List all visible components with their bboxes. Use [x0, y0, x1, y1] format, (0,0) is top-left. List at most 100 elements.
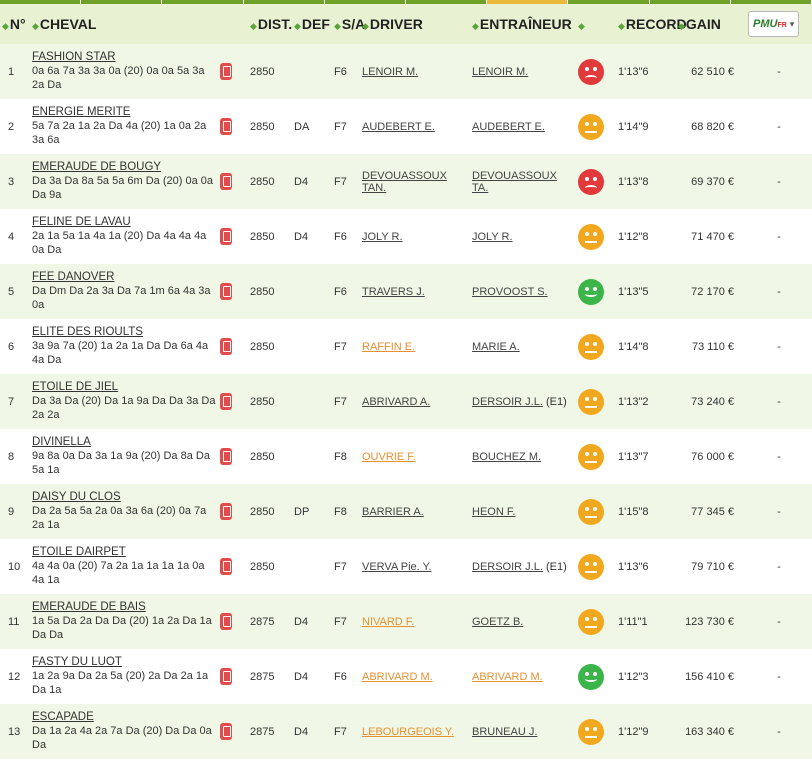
col-driver-header[interactable]: ◆DRIVER [360, 4, 470, 44]
table-row[interactable]: 6 ELITE DES RIOULTS 3a 9a 7a (20) 1a 2a 1a… [0, 319, 812, 374]
mobile-phone-icon[interactable] [220, 63, 232, 80]
table-row[interactable]: 4 FELINE DE LAVAU 2a 1a 5a 1a 4a 1a (20) D… [0, 209, 812, 264]
mobile-phone-icon[interactable] [220, 393, 232, 410]
sort-arrows-icon[interactable]: ◆ [578, 21, 585, 31]
tab-indicator-active[interactable] [487, 0, 569, 4]
sort-arrows-icon[interactable]: ◆ [294, 21, 301, 31]
mobile-phone-icon[interactable] [220, 338, 232, 355]
sort-arrows-icon[interactable]: ◆ [2, 21, 9, 31]
tab-indicator[interactable] [0, 0, 82, 4]
trainer-link[interactable]: DEVOUASSOUX TA. [472, 170, 557, 194]
col-mood-header[interactable]: ◆ [576, 4, 616, 44]
driver-link[interactable]: BARRIER A. [362, 506, 424, 518]
cell-gain: 69 370 € [691, 175, 734, 188]
tab-indicator[interactable] [649, 0, 731, 4]
trainer-link[interactable]: LENOIR M. [472, 66, 528, 78]
horse-name-link[interactable]: ESCAPADE [32, 711, 216, 724]
tab-indicator[interactable] [243, 0, 325, 4]
pmu-dropdown-button[interactable]: PMUFR ▾ [748, 11, 800, 37]
driver-link[interactable]: LEBOURGEOIS Y. [362, 726, 454, 738]
trainer-link[interactable]: BRUNEAU J. [472, 726, 537, 738]
col-num-header[interactable]: ◆N° [0, 4, 30, 44]
table-row[interactable]: 2 ENERGIE MERITE 5a 7a 2a 1a 2a Da 4a (20)… [0, 99, 812, 154]
horse-name-link[interactable]: EMERAUDE DE BOUGY [32, 161, 216, 174]
horse-name-link[interactable]: EMERAUDE DE BAIS [32, 601, 216, 614]
horse-name-link[interactable]: DIVINELLA [32, 436, 216, 449]
mobile-phone-icon[interactable] [220, 448, 232, 465]
horse-name-link[interactable]: FEE DANOVER [32, 271, 216, 284]
mobile-phone-icon[interactable] [220, 228, 232, 245]
sort-arrows-icon[interactable]: ◆ [618, 21, 625, 31]
mobile-phone-icon[interactable] [220, 118, 232, 135]
mobile-phone-icon[interactable] [220, 283, 232, 300]
mobile-phone-icon[interactable] [220, 613, 232, 630]
mobile-phone-icon[interactable] [220, 668, 232, 685]
driver-link[interactable]: NIVARD F. [362, 616, 414, 628]
horse-name-link[interactable]: ELITE DES RIOULTS [32, 326, 216, 339]
driver-link[interactable]: RAFFIN E. [362, 341, 415, 353]
horse-name-link[interactable]: FASTY DU LUOT [32, 656, 216, 669]
table-row[interactable]: 5 FEE DANOVER Da Dm Da 2a 3a Da 7a 1m 6a 4… [0, 264, 812, 319]
driver-link[interactable]: OUVRIE F. [362, 451, 416, 463]
table-row[interactable]: 8 DIVINELLA 9a 8a 0a Da 3a 1a 9a (20) Da 8… [0, 429, 812, 484]
col-sa-header[interactable]: ◆S/A [332, 4, 365, 44]
trainer-link[interactable]: MARIE A. [472, 341, 520, 353]
table-row[interactable]: 3 EMERAUDE DE BOUGY Da 3a Da 8a 5a 5a 6m D… [0, 154, 812, 209]
table-row[interactable]: 10 ETOILE DAIRPET 4a 4a 0a (20) 7a 2a 1a 1… [0, 539, 812, 594]
trainer-link[interactable]: JOLY R. [472, 231, 513, 243]
driver-link[interactable]: AUDEBERT E. [362, 121, 435, 133]
sort-arrows-icon[interactable]: ◆ [362, 21, 369, 31]
mobile-phone-icon[interactable] [220, 503, 232, 520]
horse-name-link[interactable]: ETOILE DE JIEL [32, 381, 216, 394]
col-gain-header[interactable]: ◆GAIN [676, 4, 746, 44]
col-dist-header[interactable]: ◆DIST. [248, 4, 292, 44]
horse-name-link[interactable]: FASHION STAR [32, 51, 216, 64]
table-row[interactable]: 13 ESCAPADE Da 1a 2a 4a 2a 7a Da (20) Da D… [0, 704, 812, 759]
sort-arrows-icon[interactable]: ◆ [250, 21, 257, 31]
col-entraineur-header[interactable]: ◆ENTRAÎNEUR [470, 4, 576, 44]
horse-name-link[interactable]: DAISY DU CLOS [32, 491, 216, 504]
table-row[interactable]: 12 FASTY DU LUOT 1a 2a 9a Da 2a 5a (20) 2a… [0, 649, 812, 704]
col-def-header[interactable]: ◆DEF [292, 4, 332, 44]
sort-arrows-icon[interactable]: ◆ [678, 21, 685, 31]
trainer-link[interactable]: AUDEBERT E. [472, 121, 545, 133]
trainer-link[interactable]: DERSOIR J.L. [472, 396, 543, 408]
mobile-phone-icon[interactable] [220, 173, 232, 190]
tab-indicator[interactable] [162, 0, 244, 4]
table-row[interactable]: 1 FASHION STAR 0a 6a 7a 3a 3a 0a (20) 0a 0… [0, 44, 812, 99]
driver-link[interactable]: JOLY R. [362, 231, 403, 243]
cell-driver: OUVRIE F. [360, 429, 470, 484]
trainer-link[interactable]: DERSOIR J.L. [472, 561, 543, 573]
col-cheval-header[interactable]: ◆CHEVAL [30, 4, 218, 44]
tab-indicator[interactable] [324, 0, 407, 4]
horse-name-link[interactable]: ENERGIE MERITE [32, 106, 216, 119]
trainer-link[interactable]: PROVOOST S. [472, 286, 548, 298]
sort-arrows-icon[interactable]: ◆ [472, 21, 479, 31]
driver-link[interactable]: TRAVERS J. [362, 286, 425, 298]
col-record-header[interactable]: ◆RECORD [616, 4, 687, 44]
tab-indicator[interactable] [81, 0, 163, 4]
horse-name-link[interactable]: FELINE DE LAVAU [32, 216, 216, 229]
trainer-link[interactable]: ABRIVARD M. [472, 671, 543, 683]
tab-indicator[interactable] [568, 0, 650, 4]
cell-phone [218, 99, 248, 154]
driver-link[interactable]: VERVA Pie. Y. [362, 561, 432, 573]
tab-indicator[interactable] [730, 0, 812, 4]
trainer-link[interactable]: HEON F. [472, 506, 515, 518]
table-row[interactable]: 11 EMERAUDE DE BAIS 1a 5a Da 2a Da Da (20)… [0, 594, 812, 649]
driver-link[interactable]: DEVOUASSOUX TAN. [362, 170, 447, 194]
mobile-phone-icon[interactable] [220, 558, 232, 575]
cell-phone [218, 154, 248, 209]
driver-link[interactable]: LENOIR M. [362, 66, 418, 78]
trainer-link[interactable]: GOETZ B. [472, 616, 523, 628]
trainer-link[interactable]: BOUCHEZ M. [472, 451, 541, 463]
mobile-phone-icon[interactable] [220, 723, 232, 740]
sort-arrows-icon[interactable]: ◆ [334, 21, 341, 31]
tab-indicator[interactable] [406, 0, 488, 4]
horse-name-link[interactable]: ETOILE DAIRPET [32, 546, 216, 559]
table-row[interactable]: 9 DAISY DU CLOS Da 2a 5a 5a 2a 0a 3a 6a (2… [0, 484, 812, 539]
driver-link[interactable]: ABRIVARD M. [362, 671, 433, 683]
table-row[interactable]: 7 ETOILE DE JIEL Da 3a Da (20) Da 1a 9a Da… [0, 374, 812, 429]
sort-arrows-icon[interactable]: ◆ [32, 21, 39, 31]
driver-link[interactable]: ABRIVARD A. [362, 396, 430, 408]
